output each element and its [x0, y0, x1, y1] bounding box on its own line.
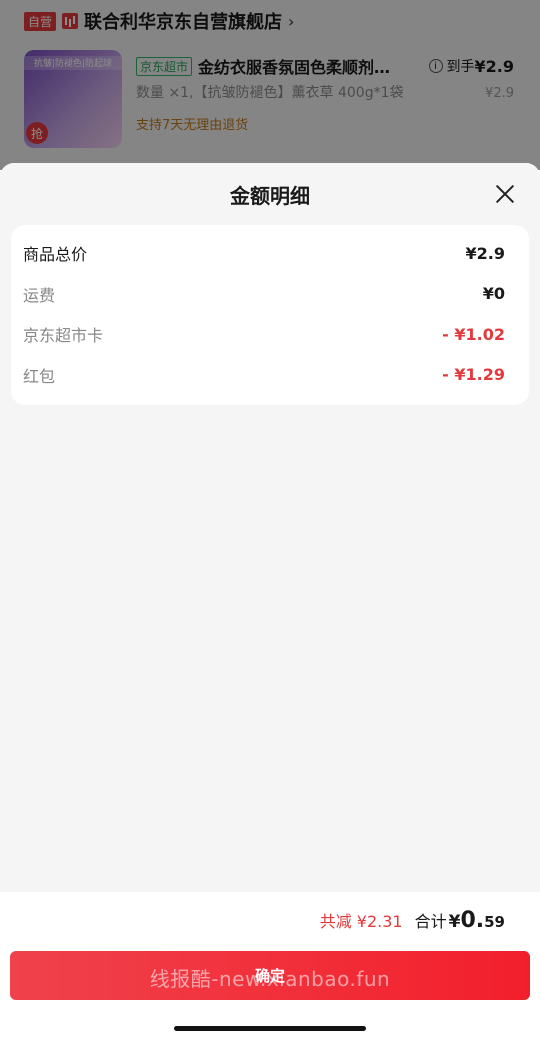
detail-label: 红包	[23, 366, 56, 386]
background-order-card: 自营 联合利华京东自营旗舰店 › 抗皱|防褪色|防起球 抢 京东超市 金纺衣服香…	[0, 0, 540, 170]
total-label: 合计	[414, 912, 447, 931]
total-integer: 0.	[460, 908, 485, 933]
detail-row-mart-card: 京东超市卡 - ¥1.02	[23, 314, 517, 355]
amount-detail-card: 商品总价 ¥2.9 运费 ¥0 京东超市卡 - ¥1.02 红包 - ¥1.29	[11, 225, 529, 405]
detail-value: ¥0	[482, 284, 505, 304]
close-icon[interactable]	[494, 183, 516, 205]
detail-label: 商品总价	[23, 245, 88, 265]
confirm-button-label: 确定	[254, 967, 285, 985]
detail-value: - ¥1.29	[442, 365, 505, 385]
sheet-footer: 共减 ¥2.31 合计 ¥ 0. 59 线报酷-new.xianbao.fun …	[0, 892, 540, 1042]
detail-label: 京东超市卡	[23, 326, 104, 346]
modal-backdrop[interactable]	[0, 0, 540, 170]
total-reduction: 共减 ¥2.31	[319, 912, 403, 931]
detail-value: - ¥1.02	[442, 324, 505, 344]
detail-label: 运费	[23, 285, 56, 305]
detail-row-goods-total: 商品总价 ¥2.9	[23, 233, 517, 274]
total-currency: ¥	[448, 912, 461, 932]
price-summary: 共减 ¥2.31 合计 ¥ 0. 59	[320, 908, 505, 933]
detail-row-red-packet: 红包 - ¥1.29	[23, 355, 517, 396]
total-decimal: 59	[484, 913, 505, 931]
confirm-button[interactable]: 线报酷-new.xianbao.fun 确定	[10, 951, 530, 1000]
home-indicator[interactable]	[174, 1026, 366, 1031]
sheet-header: 金额明细	[0, 163, 540, 225]
sheet-title: 金额明细	[230, 184, 310, 208]
detail-value: ¥2.9	[465, 243, 505, 263]
detail-row-shipping: 运费 ¥0	[23, 274, 517, 315]
